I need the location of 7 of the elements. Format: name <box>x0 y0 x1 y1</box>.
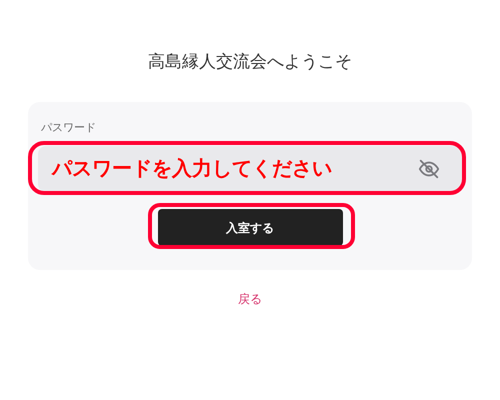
back-link[interactable]: 戻る <box>238 290 262 308</box>
password-field[interactable] <box>38 146 462 192</box>
annotation-text: パスワードを入力してください <box>52 155 332 182</box>
eye-off-icon[interactable] <box>418 158 440 180</box>
enter-button[interactable]: 入室する <box>158 209 342 246</box>
field-label: パスワード <box>41 120 96 136</box>
page-title: 高島縁人交流会へようこそ <box>148 51 352 74</box>
